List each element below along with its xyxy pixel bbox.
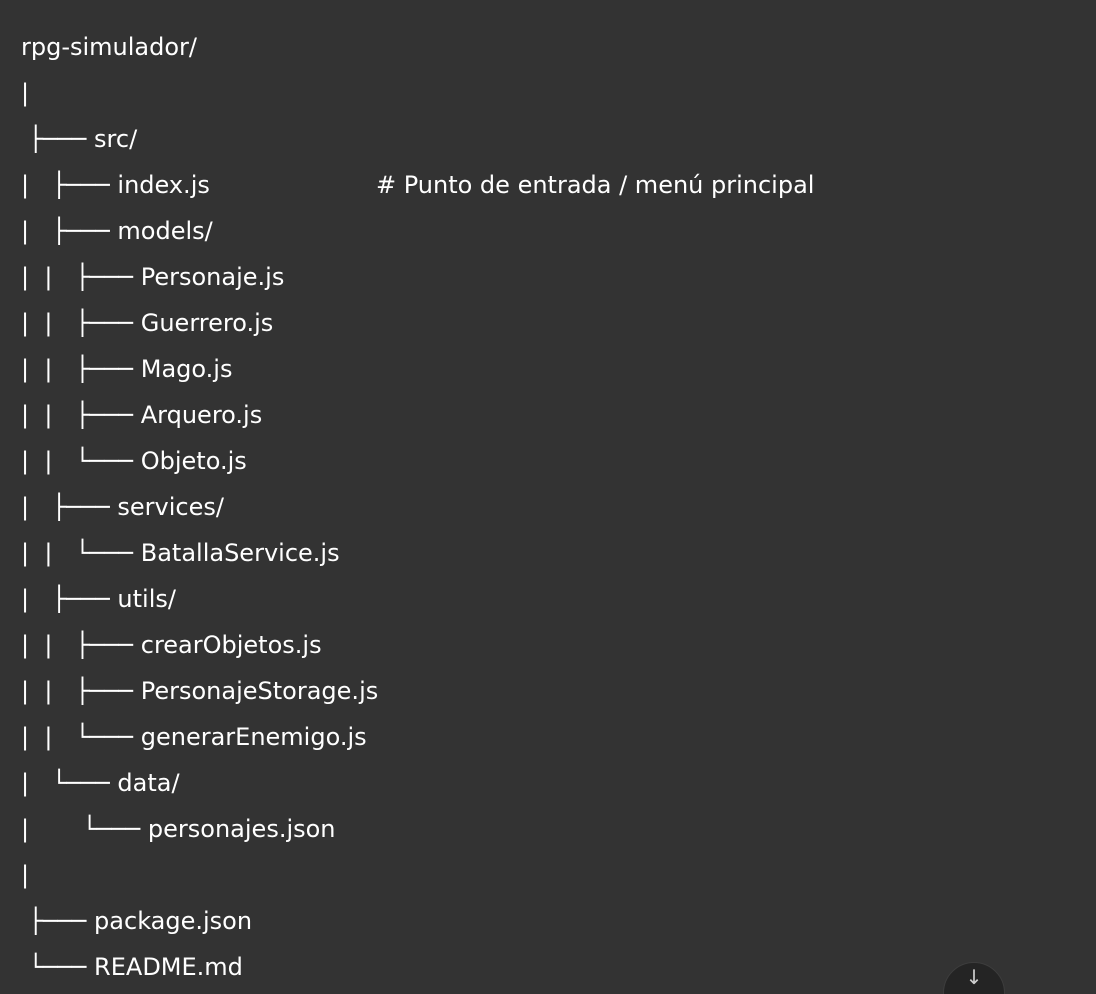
tree-line-text: | | ├─── crearObjetos.js <box>21 631 322 659</box>
tree-line: | ├─── services/ <box>21 484 378 530</box>
tree-line-text: | ├─── models/ <box>21 217 213 245</box>
tree-line: | | ├─── Guerrero.js <box>21 300 378 346</box>
tree-line: rpg-simulador/ <box>21 24 378 70</box>
tree-line: | <box>21 852 378 898</box>
tree-line-text: | └─── personajes.json <box>21 815 336 843</box>
tree-line-text: | ├─── services/ <box>21 493 224 521</box>
scroll-down-icon: ↓ <box>965 965 983 989</box>
scroll-down-button[interactable]: ↓ <box>943 962 1005 994</box>
tree-line: | | └─── generarEnemigo.js <box>21 714 378 760</box>
tree-line: | | └─── BatallaService.js <box>21 530 378 576</box>
directory-tree: rpg-simulador/ | ├─── src/ | ├─── index.… <box>21 24 814 990</box>
tree-line: | | ├─── PersonajeStorage.js <box>21 668 378 714</box>
tree-line: | | ├─── Personaje.js <box>21 254 378 300</box>
tree-line: | ├─── models/ <box>21 208 378 254</box>
tree-line: | | ├─── crearObjetos.js <box>21 622 378 668</box>
tree-line: | ├─── index.js # Punto de entrada / menú… <box>21 162 814 208</box>
tree-line-text: | | ├─── Guerrero.js <box>21 309 274 337</box>
tree-line-text: | <box>21 79 30 107</box>
tree-line: | └─── data/ <box>21 760 378 806</box>
tree-line-text: | | ├─── Personaje.js <box>21 263 285 291</box>
tree-line: | | └─── Objeto.js <box>21 438 378 484</box>
tree-line-comment: # Punto de entrada / menú principal <box>376 171 815 199</box>
tree-line: | | ├─── Mago.js <box>21 346 378 392</box>
tree-line-text: | | └─── generarEnemigo.js <box>21 723 367 751</box>
tree-line: | <box>21 70 378 116</box>
tree-line-text: | | ├─── Mago.js <box>21 355 233 383</box>
tree-line-text: | | ├─── PersonajeStorage.js <box>21 677 379 705</box>
tree-line-text: ├─── package.json <box>21 907 253 935</box>
tree-line-text: | ├─── utils/ <box>21 585 176 613</box>
tree-line: ├─── src/ <box>21 116 378 162</box>
tree-line-text: | ├─── index.js <box>21 171 210 199</box>
tree-line: | └─── personajes.json <box>21 806 378 852</box>
tree-line: | ├─── utils/ <box>21 576 378 622</box>
tree-line-text: | | └─── Objeto.js <box>21 447 247 475</box>
tree-line: ├─── package.json <box>21 898 378 944</box>
tree-line-text: └─── README.md <box>21 953 243 981</box>
tree-line-text: | | └─── BatallaService.js <box>21 539 340 567</box>
tree-line: | | ├─── Arquero.js <box>21 392 378 438</box>
tree-line: └─── README.md <box>21 944 378 990</box>
tree-line-text: | <box>21 861 30 889</box>
tree-line-text: | | ├─── Arquero.js <box>21 401 263 429</box>
tree-line-text: | └─── data/ <box>21 769 180 797</box>
tree-line-text: rpg-simulador/ <box>21 33 198 61</box>
code-block: rpg-simulador/ | ├─── src/ | ├─── index.… <box>0 0 1096 994</box>
tree-line-text: ├─── src/ <box>21 125 138 153</box>
